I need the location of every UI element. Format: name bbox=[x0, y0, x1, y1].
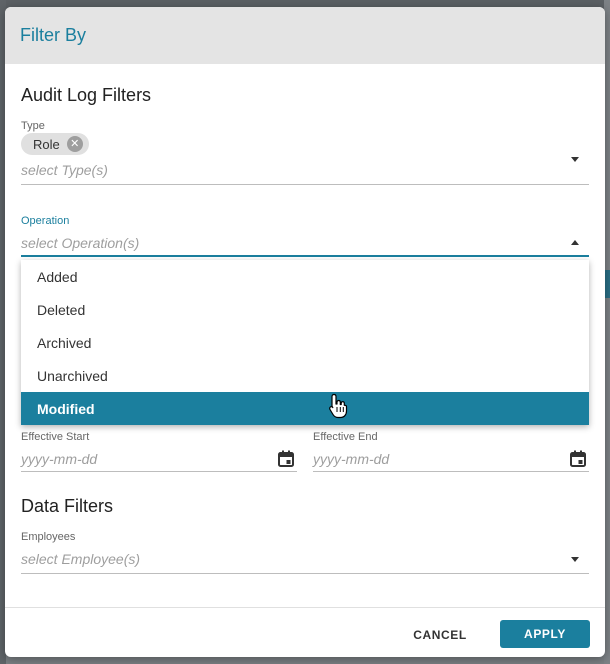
data-filters-heading: Data Filters bbox=[21, 496, 114, 516]
operation-underline bbox=[21, 255, 589, 257]
type-chip-role: Role ✕ bbox=[21, 133, 89, 155]
effective-end-label: Effective End bbox=[313, 431, 378, 443]
hand-cursor-icon bbox=[329, 393, 348, 419]
operation-option[interactable]: Unarchived bbox=[21, 359, 589, 392]
dialog-footer: CANCEL APPLY bbox=[5, 607, 605, 657]
employees-underline bbox=[21, 573, 589, 574]
effective-start-input[interactable]: yyyy-mm-dd bbox=[21, 451, 97, 467]
operation-dropdown-arrow-icon[interactable] bbox=[571, 240, 579, 245]
dialog-title: Filter By bbox=[20, 25, 87, 45]
audit-log-filters-heading: Audit Log Filters bbox=[21, 85, 152, 105]
filter-dialog: Filter By Audit Log Filters Type Role ✕ … bbox=[5, 7, 605, 657]
operation-option[interactable]: Deleted bbox=[21, 293, 589, 326]
operation-select-input[interactable]: select Operation(s) bbox=[21, 235, 139, 251]
type-dropdown-arrow-icon[interactable] bbox=[571, 157, 579, 162]
effective-end-calendar-icon[interactable] bbox=[569, 450, 587, 468]
operation-option[interactable]: Added bbox=[21, 260, 589, 293]
cancel-button[interactable]: CANCEL bbox=[403, 621, 477, 649]
operation-dropdown-menu: Added Deleted Archived Unarchived Modifi… bbox=[21, 260, 589, 425]
apply-button[interactable]: APPLY bbox=[500, 620, 590, 648]
employees-dropdown-arrow-icon[interactable] bbox=[571, 557, 579, 562]
employees-select-input[interactable]: select Employee(s) bbox=[21, 551, 140, 567]
effective-start-label: Effective Start bbox=[21, 431, 90, 443]
chip-label: Role bbox=[33, 136, 60, 152]
operation-label: Operation bbox=[21, 215, 70, 227]
type-label: Type bbox=[21, 120, 45, 132]
type-underline bbox=[21, 184, 589, 185]
employees-label: Employees bbox=[21, 531, 76, 543]
effective-start-calendar-icon[interactable] bbox=[277, 450, 295, 468]
chip-remove-icon[interactable]: ✕ bbox=[66, 136, 83, 152]
operation-option-highlighted[interactable]: Modified bbox=[21, 392, 589, 425]
effective-end-underline bbox=[313, 471, 589, 472]
type-select-input[interactable]: select Type(s) bbox=[21, 162, 108, 178]
operation-option[interactable]: Archived bbox=[21, 326, 589, 359]
dialog-header: Filter By bbox=[5, 7, 605, 64]
effective-start-underline bbox=[21, 471, 297, 472]
effective-end-input[interactable]: yyyy-mm-dd bbox=[313, 451, 389, 467]
